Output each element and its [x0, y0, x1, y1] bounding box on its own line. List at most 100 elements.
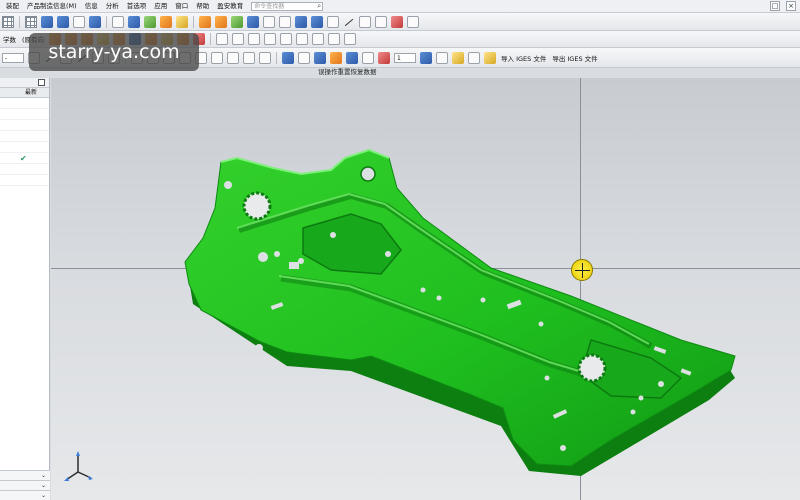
hole: [360, 166, 376, 182]
pattern-icon[interactable]: [298, 51, 310, 64]
snap-icon[interactable]: [243, 51, 255, 64]
hole: [658, 381, 664, 387]
show-hide-icon[interactable]: [128, 15, 140, 28]
menu-assembly[interactable]: 装配: [2, 0, 23, 13]
wireframe-box-icon[interactable]: [73, 15, 85, 28]
layer-icon[interactable]: [112, 15, 124, 28]
folder-icon[interactable]: [176, 15, 188, 28]
shaded-box-icon[interactable]: [57, 15, 69, 28]
menu-window[interactable]: 窗口: [171, 0, 192, 13]
dependencies-dropdown[interactable]: ⌄: [0, 480, 50, 490]
menu-pmi[interactable]: 产品制造信息(M): [23, 0, 81, 13]
wcs-icon[interactable]: [346, 51, 358, 64]
curve-tool-icon[interactable]: [328, 33, 341, 45]
hole-icon[interactable]: [231, 15, 243, 28]
measure-icon[interactable]: [311, 15, 323, 28]
spline-icon[interactable]: [375, 15, 387, 28]
navigator-column-latest[interactable]: 最新: [0, 88, 49, 98]
sheet-metal-icon[interactable]: [391, 15, 403, 28]
block-icon[interactable]: [199, 15, 211, 28]
menu-preferences[interactable]: 首选项: [123, 0, 151, 13]
settings-icon[interactable]: [452, 51, 464, 64]
fit-view-icon[interactable]: [41, 15, 53, 28]
menu-help[interactable]: 帮助: [192, 0, 213, 13]
toolbar-main: [0, 13, 800, 31]
hole: [544, 375, 550, 381]
hole: [436, 295, 442, 301]
curve-tool-icon[interactable]: [216, 33, 229, 45]
restore-window-button[interactable]: □: [770, 1, 780, 11]
preview-dropdown[interactable]: ⌄: [0, 490, 50, 500]
grid-icon[interactable]: [314, 51, 326, 64]
revolve-icon[interactable]: [215, 15, 227, 28]
menu-bar: 装配 产品制造信息(M) 信息 分析 首选项 应用 窗口 帮助 盈安教育 命令查…: [0, 0, 800, 13]
mirror-icon[interactable]: [282, 51, 294, 64]
plane-icon[interactable]: [327, 15, 339, 28]
layer-settings-icon[interactable]: [420, 51, 432, 64]
menu-application[interactable]: 应用: [150, 0, 171, 13]
curve-tool-icon[interactable]: [312, 33, 325, 45]
hole: [638, 395, 644, 401]
maximize-panel-icon[interactable]: [38, 79, 45, 86]
line-icon[interactable]: [343, 16, 355, 28]
sheet-metal-part-model[interactable]: [51, 78, 800, 500]
navigator-row[interactable]: [0, 175, 49, 186]
menu-yingan-education[interactable]: 盈安教育: [213, 0, 247, 13]
navigator-row[interactable]: [0, 164, 49, 175]
toolbar-separator: [19, 15, 20, 28]
navigator-details: ⌄ ⌄ ⌄: [0, 470, 50, 500]
view-orient-icon[interactable]: [89, 15, 101, 28]
box-icon[interactable]: [295, 15, 307, 28]
grid-icon[interactable]: [2, 15, 14, 28]
hole: [385, 251, 391, 257]
close-window-button[interactable]: ×: [786, 1, 796, 11]
curve-tool-icon[interactable]: [296, 33, 309, 45]
import-iges-button[interactable]: 导入 IGES 文件: [501, 53, 546, 63]
menu-info[interactable]: 信息: [81, 0, 102, 13]
command-finder-placeholder: 命令查找器: [254, 2, 285, 10]
extrude-icon[interactable]: [160, 15, 172, 28]
navigator-row[interactable]: [0, 142, 49, 153]
graphics-viewport[interactable]: [51, 78, 800, 500]
curve-tool-icon[interactable]: [232, 33, 245, 45]
navigator-header: [0, 78, 49, 88]
curve-tool-icon[interactable]: [264, 33, 277, 45]
export-iges-button[interactable]: 导出 IGES 文件: [552, 53, 597, 63]
snap-icon[interactable]: [211, 51, 223, 64]
navigator-row[interactable]: ✔: [0, 153, 49, 164]
move-icon[interactable]: [362, 51, 374, 64]
filter-select[interactable]: -: [2, 52, 24, 63]
sphere-icon[interactable]: [484, 51, 496, 64]
color-icon[interactable]: [378, 51, 390, 64]
menu-analysis[interactable]: 分析: [102, 0, 123, 13]
drafting-icon[interactable]: [407, 15, 419, 28]
boolean-icon[interactable]: [247, 15, 259, 28]
search-icon[interactable]: ⌕: [317, 2, 321, 10]
watermark: starry-ya.com: [29, 33, 199, 71]
toolbar-separator: [276, 51, 277, 64]
curve-tool-icon[interactable]: [344, 33, 357, 45]
view-triad-icon[interactable]: [61, 450, 95, 484]
arc-icon[interactable]: [359, 15, 371, 28]
sketch-icon[interactable]: [263, 15, 275, 28]
layer-input[interactable]: 1: [394, 52, 416, 63]
curve-tool-icon[interactable]: [248, 33, 261, 45]
assembly-icon[interactable]: [144, 15, 156, 28]
chevron-down-icon: ⌄: [40, 492, 46, 499]
bottle-icon[interactable]: [468, 51, 480, 64]
curve-icon[interactable]: [279, 15, 291, 28]
snap-icon[interactable]: [259, 51, 271, 64]
navigator-row[interactable]: [0, 98, 49, 109]
details-dropdown[interactable]: ⌄: [0, 470, 50, 480]
chevron-down-icon[interactable]: [436, 51, 448, 64]
navigator-row[interactable]: [0, 120, 49, 131]
transform-icon[interactable]: [330, 51, 342, 64]
navigator-row[interactable]: [0, 109, 49, 120]
curve-tool-icon[interactable]: [280, 33, 293, 45]
spline-cutout-left: [242, 191, 272, 221]
snap-icon[interactable]: [227, 51, 239, 64]
command-finder-input[interactable]: 命令查找器 ⌕: [251, 1, 324, 11]
grid-icon[interactable]: [25, 15, 37, 28]
navigator-row[interactable]: [0, 131, 49, 142]
hole: [274, 251, 280, 257]
